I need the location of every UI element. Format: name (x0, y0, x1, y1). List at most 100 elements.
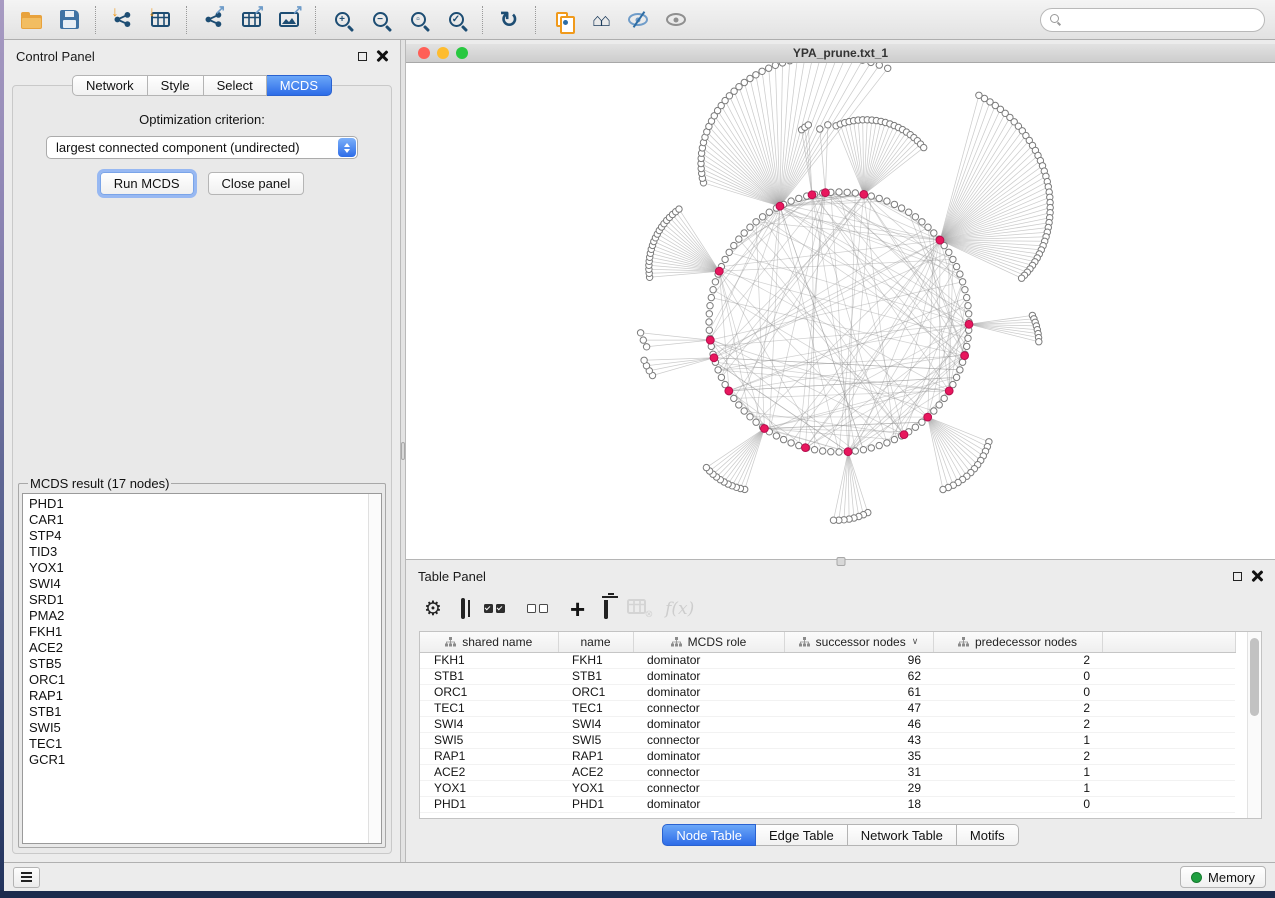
network-node[interactable] (868, 445, 874, 451)
network-node[interactable] (715, 367, 721, 373)
network-view[interactable] (406, 63, 1275, 559)
dominator-node[interactable] (715, 267, 723, 275)
tab-mcds[interactable]: MCDS (267, 75, 332, 96)
mcds-result-item[interactable]: SWI4 (23, 576, 381, 592)
network-node[interactable] (779, 63, 785, 66)
network-node[interactable] (962, 287, 968, 293)
network-node[interactable] (898, 205, 904, 211)
splitter-grip[interactable] (401, 442, 405, 460)
mcds-result-item[interactable]: CAR1 (23, 512, 381, 528)
network-node[interactable] (950, 256, 956, 262)
task-history-button[interactable] (13, 867, 40, 888)
network-node[interactable] (906, 209, 912, 215)
network-node[interactable] (953, 263, 959, 269)
settings-button[interactable]: ⚙ (424, 594, 442, 624)
network-node[interactable] (637, 330, 643, 336)
network-node[interactable] (736, 236, 742, 242)
mcds-result-item[interactable]: STP4 (23, 528, 381, 544)
close-traffic-light[interactable] (418, 47, 430, 59)
network-node[interactable] (891, 436, 897, 442)
network-node[interactable] (1036, 339, 1042, 345)
network-node[interactable] (712, 279, 718, 285)
network-node[interactable] (766, 65, 772, 71)
dominator-node[interactable] (808, 191, 816, 199)
network-node[interactable] (860, 447, 866, 453)
deselect-all-columns-button[interactable] (527, 594, 551, 624)
export-table-button[interactable]: ↗ (232, 4, 270, 36)
network-node[interactable] (706, 327, 712, 333)
network-node[interactable] (708, 294, 714, 300)
close-panel-button[interactable]: Close panel (208, 172, 305, 195)
float-window-icon[interactable] (358, 52, 367, 61)
dominator-node[interactable] (706, 336, 714, 344)
tab-motifs[interactable]: Motifs (957, 824, 1019, 846)
dominator-node[interactable] (945, 387, 953, 395)
network-node[interactable] (820, 448, 826, 454)
network-node[interactable] (836, 189, 842, 195)
network-node[interactable] (1018, 275, 1024, 281)
show-columns-button[interactable] (461, 594, 465, 624)
network-node[interactable] (640, 337, 646, 343)
mcds-result-item[interactable]: RAP1 (23, 688, 381, 704)
export-image-button[interactable]: ↗ (270, 4, 308, 36)
network-node[interactable] (741, 408, 747, 414)
column-header-MCDS-role[interactable]: MCDS role (633, 632, 784, 652)
network-node[interactable] (941, 395, 947, 401)
zoom-out-button[interactable]: − (361, 4, 399, 36)
table-row[interactable]: TEC1TEC1connector472 (420, 700, 1235, 716)
column-header-shared-name[interactable]: shared name (420, 632, 558, 652)
network-node[interactable] (884, 440, 890, 446)
open-network-button[interactable] (12, 4, 50, 36)
import-network-button[interactable]: ↓ (103, 4, 141, 36)
network-node[interactable] (736, 402, 742, 408)
network-node[interactable] (830, 517, 836, 523)
network-node[interactable] (964, 294, 970, 300)
mcds-result-item[interactable]: SWI5 (23, 720, 381, 736)
network-node[interactable] (707, 303, 713, 309)
refresh-view-button[interactable]: ↻ (490, 4, 528, 36)
dominator-node[interactable] (710, 354, 718, 362)
network-node[interactable] (811, 447, 817, 453)
mcds-result-list[interactable]: PHD1CAR1STP4TID3YOX1SWI4SRD1PMA2FKH1ACE2… (22, 493, 382, 844)
memory-button[interactable]: Memory (1180, 866, 1266, 888)
table-row[interactable]: SWI4SWI4dominator462 (420, 716, 1235, 732)
save-session-button[interactable] (50, 4, 88, 36)
dominator-node[interactable] (924, 413, 932, 421)
first-neighbors-button[interactable]: ⌂⌂ (581, 4, 619, 36)
close-panel-icon[interactable] (376, 50, 388, 62)
network-node[interactable] (817, 126, 823, 132)
run-mcds-button[interactable]: Run MCDS (100, 172, 194, 195)
tab-network[interactable]: Network (72, 75, 148, 96)
dominator-node[interactable] (965, 320, 973, 328)
network-node[interactable] (912, 424, 918, 430)
network-node[interactable] (885, 65, 891, 71)
network-node[interactable] (706, 311, 712, 317)
network-node[interactable] (825, 122, 831, 128)
dominator-node[interactable] (844, 448, 852, 456)
network-node[interactable] (931, 230, 937, 236)
network-node[interactable] (706, 319, 712, 325)
column-header-predecessor-nodes[interactable]: predecessor nodes (933, 632, 1102, 652)
network-node[interactable] (836, 449, 842, 455)
table-scrollbar[interactable] (1247, 632, 1261, 818)
network-node[interactable] (741, 79, 747, 85)
select-all-columns-button[interactable] (484, 594, 508, 624)
network-node[interactable] (868, 193, 874, 199)
network-node[interactable] (747, 224, 753, 230)
dominator-node[interactable] (802, 444, 810, 452)
network-node[interactable] (753, 419, 759, 425)
network-node[interactable] (788, 440, 794, 446)
network-node[interactable] (852, 448, 858, 454)
network-node[interactable] (759, 214, 765, 220)
table-scrollbar-thumb[interactable] (1250, 638, 1259, 716)
mcds-result-item[interactable]: ACE2 (23, 640, 381, 656)
network-node[interactable] (676, 206, 682, 212)
network-node[interactable] (953, 374, 959, 380)
network-node[interactable] (828, 449, 834, 455)
float-window-icon[interactable] (1233, 572, 1242, 581)
table-row[interactable]: RAP1RAP1dominator352 (420, 748, 1235, 764)
maximize-traffic-light[interactable] (456, 47, 468, 59)
network-node[interactable] (731, 242, 737, 248)
dominator-node[interactable] (776, 202, 784, 210)
search-input[interactable] (1069, 12, 1249, 29)
